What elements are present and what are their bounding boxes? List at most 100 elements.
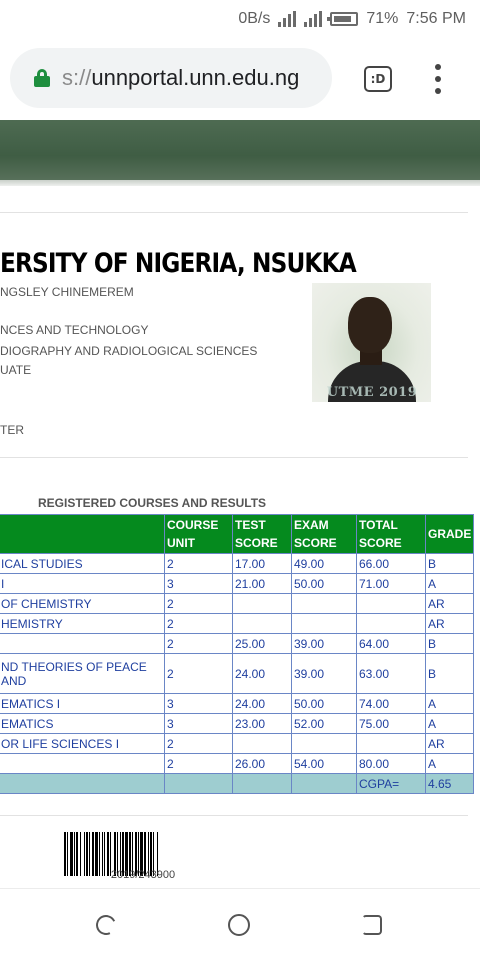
course-unit: 3 — [164, 713, 233, 734]
course-unit: 2 — [164, 613, 233, 634]
department: DIOGRAPHY AND RADIOLOGICAL SCIENCES — [0, 344, 258, 358]
grade: A — [424, 713, 475, 734]
test-score: 17.00 — [232, 553, 292, 574]
cgpa-row: CGPA= 4.65 — [0, 773, 475, 794]
test-score — [232, 733, 292, 754]
signal-icon — [278, 11, 297, 27]
recent-apps-icon[interactable] — [362, 915, 382, 935]
tab-switcher-button[interactable]: :D — [364, 66, 392, 92]
total-score: 80.00 — [356, 753, 426, 774]
course-title: OR LIFE SCIENCES I — [0, 733, 165, 754]
course-unit: 3 — [164, 573, 233, 594]
exam-score: 50.00 — [291, 693, 357, 714]
test-score: 21.00 — [232, 573, 292, 594]
header-grade: GRADE — [424, 514, 475, 554]
exam-score: 39.00 — [291, 653, 357, 694]
empty-cell — [232, 773, 292, 794]
course-title: HEMISTRY — [0, 613, 165, 634]
barcode-number: 2019/243900 — [110, 869, 176, 881]
exam-score: 52.00 — [291, 713, 357, 734]
table-row: HEMISTRY 2 AR — [0, 613, 475, 634]
table-row: OF CHEMISTRY 2 AR — [0, 593, 475, 614]
course-title: ND THEORIES OF PEACE AND — [0, 653, 165, 694]
total-score: 74.00 — [356, 693, 426, 714]
test-score: 26.00 — [232, 753, 292, 774]
table-row: ICAL STUDIES 2 17.00 49.00 66.00 B — [0, 553, 475, 574]
course-unit: 2 — [164, 553, 233, 574]
table-row: EMATICS 3 23.00 52.00 75.00 A — [0, 713, 475, 734]
test-score: 25.00 — [232, 633, 292, 654]
test-score: 24.00 — [232, 653, 292, 694]
home-icon[interactable] — [228, 914, 250, 936]
battery-icon — [327, 12, 359, 26]
photo-watermark: UTME 2019 — [326, 385, 418, 400]
more-menu-icon[interactable] — [430, 64, 446, 94]
test-score — [232, 593, 292, 614]
grade: A — [424, 693, 475, 714]
total-score: 66.00 — [356, 553, 426, 574]
header-test-score: TEST SCORE — [232, 514, 292, 554]
total-score — [356, 593, 426, 614]
empty-cell — [291, 773, 357, 794]
divider — [0, 212, 468, 213]
grade: AR — [424, 733, 475, 754]
exam-score: 54.00 — [291, 753, 357, 774]
table-row: ND THEORIES OF PEACE AND 2 24.00 39.00 63.00… — [0, 653, 475, 694]
portal-banner — [0, 120, 480, 186]
results-table: COURSE UNIT TEST SCORE EXAM SCORE TOTAL … — [0, 514, 475, 794]
table-row: I 3 21.00 50.00 71.00 A — [0, 573, 475, 594]
exam-score — [291, 593, 357, 614]
university-title: ERSITY OF NIGERIA, NSUKKA — [0, 248, 357, 279]
url-text[interactable]: s://unnportal.unn.edu.ng — [62, 65, 299, 91]
grade: A — [424, 573, 475, 594]
grade: A — [424, 753, 475, 774]
course-title: OF CHEMISTRY — [0, 593, 165, 614]
exam-score: 50.00 — [291, 573, 357, 594]
url-host: unnportal.unn.edu.ng — [91, 65, 300, 90]
test-score: 23.00 — [232, 713, 292, 734]
exam-score: 39.00 — [291, 633, 357, 654]
exam-score — [291, 733, 357, 754]
table-row: 2 25.00 39.00 64.00 B — [0, 633, 475, 654]
lock-icon — [34, 69, 50, 87]
url-scheme: s:// — [62, 65, 92, 90]
student-photo: UTME 2019 — [312, 283, 431, 402]
total-score — [356, 733, 426, 754]
student-name: NGSLEY CHINEMEREM — [0, 285, 134, 299]
course-title: ICAL STUDIES — [0, 553, 165, 574]
empty-cell — [164, 773, 233, 794]
faculty: NCES AND TECHNOLOGY — [0, 323, 149, 337]
system-nav-bar — [0, 888, 480, 960]
cgpa-label: CGPA= — [356, 773, 426, 794]
table-row: EMATICS I 3 24.00 50.00 74.00 A — [0, 693, 475, 714]
grade: B — [424, 633, 475, 654]
table-row: 2 26.00 54.00 80.00 A — [0, 753, 475, 774]
grade: B — [424, 653, 475, 694]
total-score: 63.00 — [356, 653, 426, 694]
clock: 7:56 PM — [406, 10, 466, 27]
exam-score: 49.00 — [291, 553, 357, 574]
course-unit: 2 — [164, 733, 233, 754]
course-title — [0, 753, 165, 774]
test-score: 24.00 — [232, 693, 292, 714]
back-icon[interactable] — [93, 912, 119, 938]
course-title: EMATICS I — [0, 693, 165, 714]
level: UATE — [0, 363, 32, 377]
status-bar: 0B/s 71% 7:56 PM — [0, 0, 480, 38]
course-unit: 3 — [164, 693, 233, 714]
header-total-score: TOTAL SCORE — [356, 514, 426, 554]
divider — [0, 815, 468, 816]
test-score — [232, 613, 292, 634]
header-exam-score: EXAM SCORE — [291, 514, 357, 554]
course-title: EMATICS — [0, 713, 165, 734]
course-unit: 2 — [164, 753, 233, 774]
total-score: 71.00 — [356, 573, 426, 594]
table-header-row: COURSE UNIT TEST SCORE EXAM SCORE TOTAL … — [0, 514, 475, 554]
network-speed: 0B/s — [238, 10, 271, 27]
browser-toolbar: s://unnportal.unn.edu.ng :D — [0, 38, 480, 120]
exam-score — [291, 613, 357, 634]
cgpa-value: 4.65 — [424, 773, 475, 794]
course-unit: 2 — [164, 593, 233, 614]
battery-level: 71% — [366, 10, 399, 27]
address-bar[interactable]: s://unnportal.unn.edu.ng — [10, 48, 332, 108]
